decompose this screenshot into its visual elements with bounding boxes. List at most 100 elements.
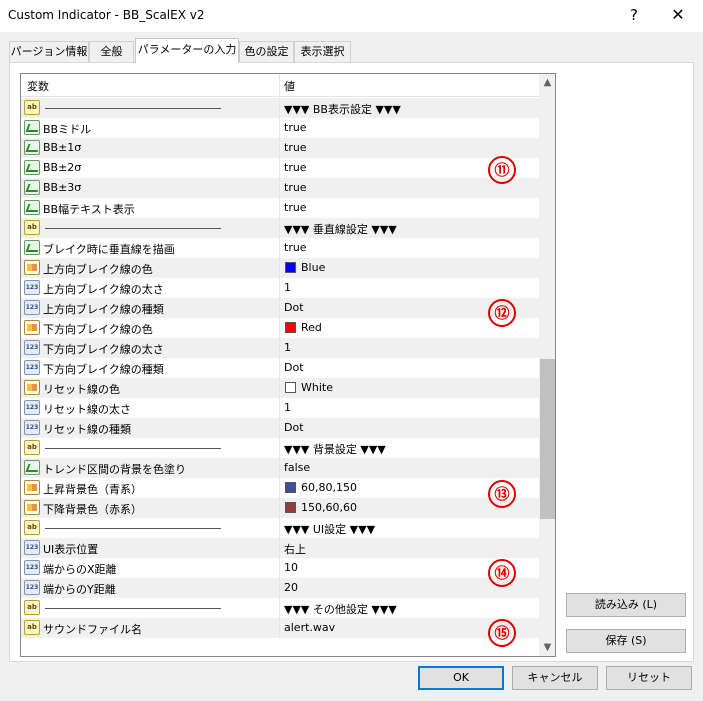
parameter-row[interactable]: ab ▼▼▼ その他設定 ▼▼▼ [21,598,539,618]
number-type-icon: 123 [24,400,40,415]
column-divider [279,558,280,578]
parameter-value[interactable]: ▼▼▼ その他設定 ▼▼▼ [284,601,397,617]
column-divider [279,498,280,518]
column-divider [279,218,280,238]
parameter-row[interactable]: 上方向ブレイク線の色 Blue [21,258,539,278]
parameter-row[interactable]: BBミドル true [21,118,539,138]
parameter-value[interactable]: 1 [284,281,291,294]
parameter-value[interactable]: Blue [301,261,325,274]
parameter-row[interactable]: 下方向ブレイク線の色 Red [21,318,539,338]
parameter-name: 上昇背景色（青系） [43,483,142,496]
bool-type-icon [24,180,40,195]
parameter-value[interactable]: true [284,181,307,194]
column-divider [279,178,280,198]
parameter-row[interactable]: 123 上方向ブレイク線の太さ 1 [21,278,539,298]
column-divider [279,378,280,398]
parameter-row[interactable]: トレンド区間の背景を色塗り false [21,458,539,478]
parameter-row[interactable]: ブレイク時に垂直線を描画 true [21,238,539,258]
parameter-value[interactable]: ▼▼▼ BB表示設定 ▼▼▼ [284,101,401,117]
parameter-name: サウンドファイル名 [43,623,142,636]
parameter-value[interactable]: 1 [284,341,291,354]
bool-type-icon [24,240,40,255]
parameter-row[interactable]: 123 UI表示位置 右上 [21,538,539,558]
string-type-icon: ab [24,620,40,635]
parameter-row[interactable]: BB幅テキスト表示 true [21,198,539,218]
parameter-row[interactable]: 下降背景色（赤系） 150,60,60 [21,498,539,518]
tab-version-info[interactable]: パージョン情報 [9,41,89,62]
parameter-value[interactable]: 60,80,150 [301,481,357,494]
column-divider [279,318,280,338]
parameter-row[interactable]: 123 下方向ブレイク線の種類 Dot [21,358,539,378]
tab-parameters[interactable]: パラメーターの入力 [135,38,239,63]
parameter-row[interactable]: 123 端からのX距離 10 [21,558,539,578]
parameter-value[interactable]: Dot [284,301,304,314]
save-button[interactable]: 保存 (S) [566,629,686,653]
color-swatch [285,322,296,333]
parameter-value[interactable]: White [301,381,333,394]
parameter-row[interactable]: BB±1σ true [21,138,539,158]
string-type-icon: ab [24,220,40,235]
bool-type-icon [24,200,40,215]
parameter-row[interactable]: ab ▼▼▼ 垂直線設定 ▼▼▼ [21,218,539,238]
column-header-value[interactable]: 値 [284,78,295,94]
tab-visualization[interactable]: 表示選択 [294,41,351,62]
parameter-name: トレンド区間の背景を色塗り [43,463,186,476]
parameter-name: リセット線の太さ [43,403,131,416]
parameter-name: 端からのY距離 [43,583,116,596]
parameter-row[interactable]: ab ▼▼▼ 背景設定 ▼▼▼ [21,438,539,458]
cancel-button[interactable]: キャンセル [512,666,598,690]
parameter-row[interactable]: 123 上方向ブレイク線の種類 Dot [21,298,539,318]
scroll-down-icon[interactable]: ▼ [539,639,555,656]
parameter-value[interactable]: ▼▼▼ UI設定 ▼▼▼ [284,521,375,537]
scroll-up-icon[interactable]: ▲ [539,74,555,91]
help-icon[interactable]: ? [625,6,643,24]
reset-button[interactable]: リセット [606,666,692,690]
parameters-grid: 変数 値 ab ▼▼▼ BB表示設定 ▼▼▼ BBミドル true BB±1σ true B… [20,73,556,657]
tab-colors[interactable]: 色の設定 [239,41,294,62]
ok-button[interactable]: OK [418,666,504,690]
parameter-value[interactable]: 1 [284,401,291,414]
scroll-thumb[interactable] [540,358,555,519]
parameter-value[interactable]: Dot [284,421,304,434]
parameter-row[interactable]: リセット線の色 White [21,378,539,398]
close-icon[interactable]: ✕ [668,5,688,24]
load-button[interactable]: 読み込み (L) [566,593,686,617]
column-divider [279,438,280,458]
parameter-value[interactable]: false [284,461,310,474]
separator-line [45,228,221,229]
parameter-row[interactable]: 123 下方向ブレイク線の太さ 1 [21,338,539,358]
parameter-value[interactable]: 10 [284,561,298,574]
parameter-value[interactable]: 20 [284,581,298,594]
parameter-value[interactable]: ▼▼▼ 垂直線設定 ▼▼▼ [284,221,397,237]
color-swatch [285,482,296,493]
parameter-value[interactable]: 150,60,60 [301,501,357,514]
vertical-scrollbar[interactable]: ▲ ▼ [539,74,555,656]
parameter-name: 下方向ブレイク線の種類 [43,363,164,376]
parameter-value[interactable]: true [284,161,307,174]
parameter-row[interactable]: 上昇背景色（青系） 60,80,150 [21,478,539,498]
parameter-row[interactable]: 123 リセット線の種類 Dot [21,418,539,438]
column-header-name[interactable]: 変数 [27,78,49,94]
parameter-value[interactable]: true [284,241,307,254]
bool-type-icon [24,140,40,155]
parameter-value[interactable]: Red [301,321,322,334]
bool-type-icon [24,460,40,475]
parameter-row[interactable]: ab ▼▼▼ BB表示設定 ▼▼▼ [21,98,539,118]
parameter-value[interactable]: 右上 [284,541,306,557]
parameter-value[interactable]: true [284,121,307,134]
parameter-value[interactable]: true [284,141,307,154]
parameter-row[interactable]: ab ▼▼▼ UI設定 ▼▼▼ [21,518,539,538]
tab-general[interactable]: 全般 [89,41,134,62]
parameter-row[interactable]: BB±2σ true [21,158,539,178]
color-swatch [285,262,296,273]
parameter-row[interactable]: ab サウンドファイル名 alert.wav [21,618,539,638]
parameter-row[interactable]: 123 端からのY距離 20 [21,578,539,598]
parameter-row[interactable]: BB±3σ true [21,178,539,198]
parameter-row[interactable]: 123 リセット線の太さ 1 [21,398,539,418]
parameter-value[interactable]: ▼▼▼ 背景設定 ▼▼▼ [284,441,386,457]
parameter-value[interactable]: alert.wav [284,621,335,634]
bool-type-icon [24,120,40,135]
parameter-value[interactable]: true [284,201,307,214]
parameter-name: UI表示位置 [43,543,99,556]
parameter-value[interactable]: Dot [284,361,304,374]
